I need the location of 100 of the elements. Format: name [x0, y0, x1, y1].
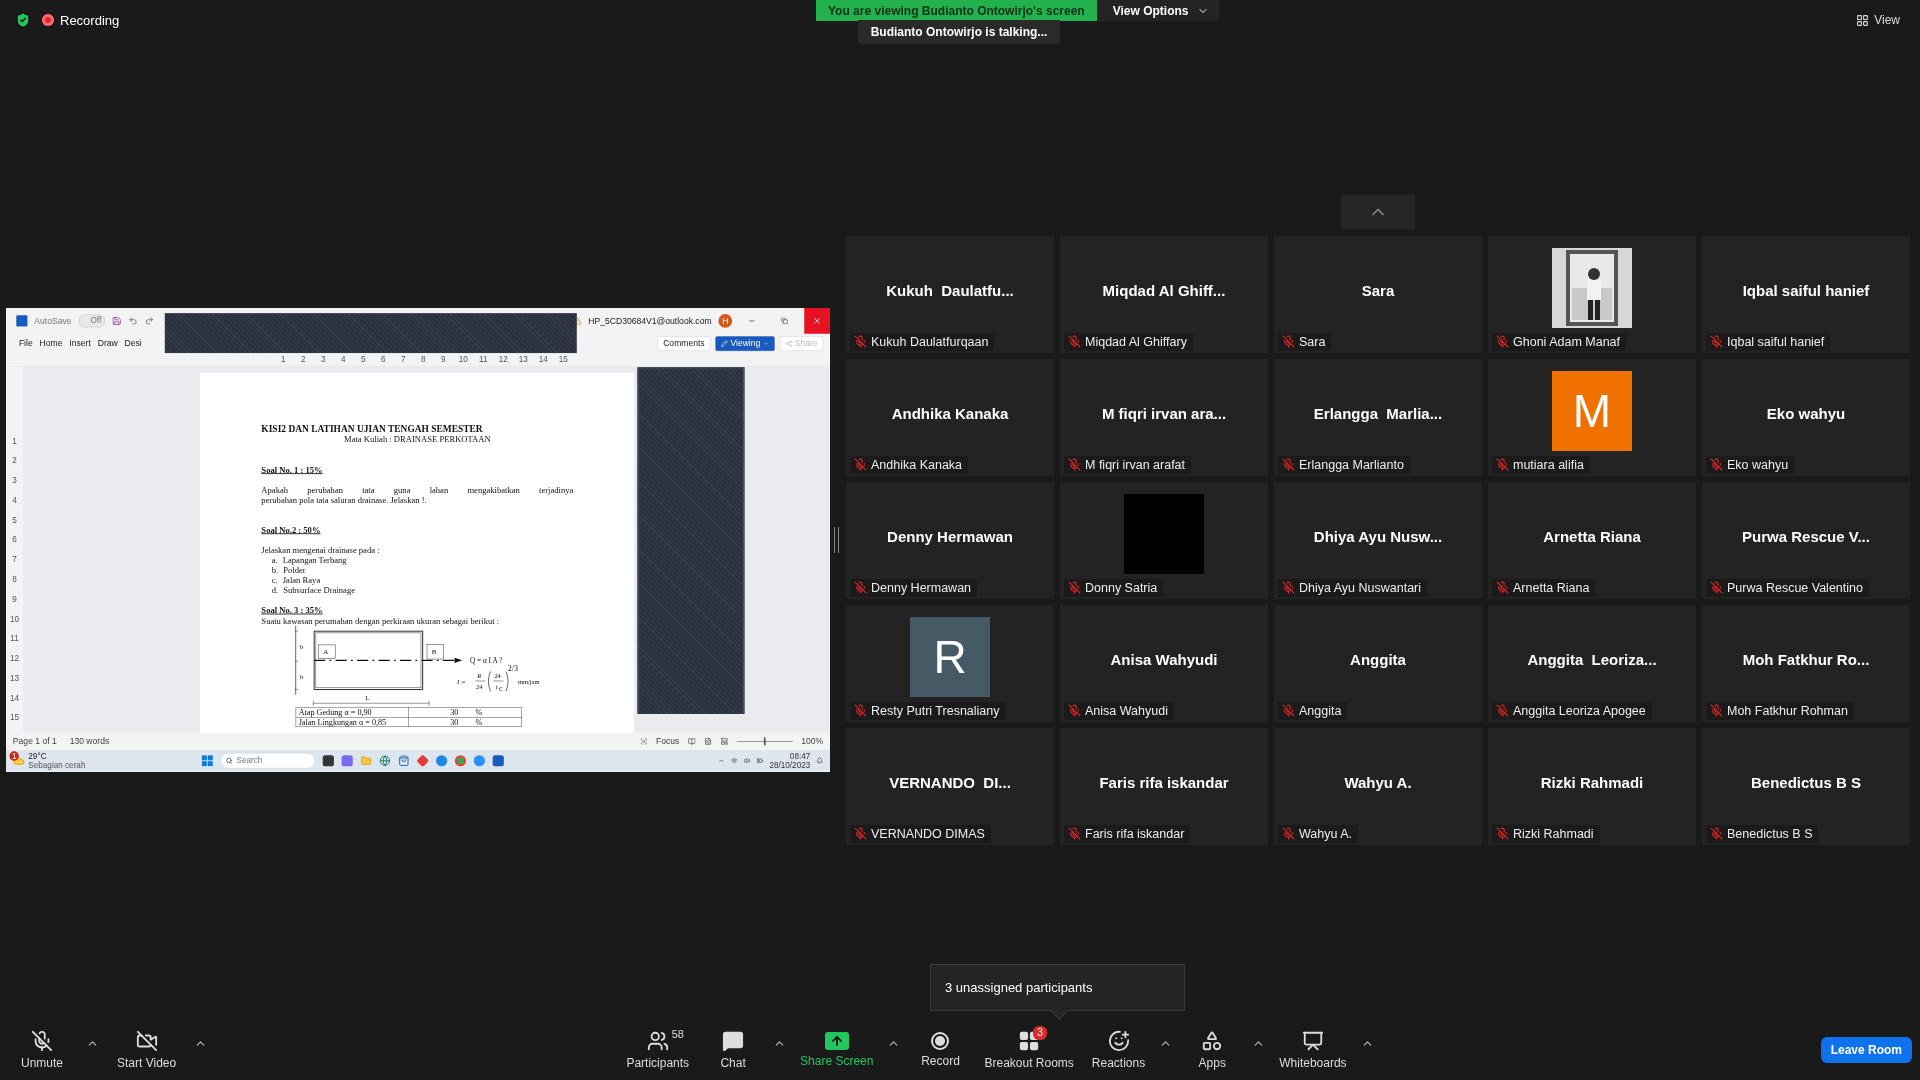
document-title: KISI2 DAN LATIHAN UJIAN TENGAH SEMESTER [261, 423, 484, 435]
participant-name: Denny Hermawan [871, 580, 972, 595]
word-count: 130 words [69, 736, 110, 747]
whiteboard-icon [1301, 1030, 1324, 1052]
participant-display-name: Benedictus B S [1751, 773, 1861, 791]
formula-text: c [499, 684, 503, 694]
ruler-number: 15 [10, 713, 20, 725]
toolbar-button[interactable]: Apps [1182, 1030, 1243, 1070]
question-text: Jelaskan mengenai drainase pada : [261, 545, 381, 556]
ribbon-tab[interactable]: Home [39, 338, 63, 349]
comments-button[interactable]: Comments [657, 336, 711, 351]
diamond-app-icon[interactable] [416, 754, 430, 768]
ruler-number: 11 [10, 634, 19, 645]
ruler-number: 2 [12, 456, 17, 468]
participant-name: mutiara alifia [1513, 457, 1584, 472]
toolbar-button[interactable]: Start Video [113, 1030, 181, 1070]
toolbar-button[interactable]: Reactions [1087, 1030, 1150, 1070]
ruler-number: 2 [300, 354, 307, 365]
weather-text: Sebagian cerah [28, 760, 86, 770]
participant-name: Dhiya Ayu Nuswantari [1299, 580, 1422, 595]
participant-display-name: Andhika Kanaka [891, 404, 1009, 422]
participant-display-name: Sara [1361, 281, 1395, 299]
participant-name: Wahyu A. [1299, 826, 1353, 841]
participant-name: Resty Putri Tresnaliany [871, 703, 1000, 718]
list-marker: d. [271, 585, 279, 596]
participant-name: Arnetta Riana [1513, 580, 1590, 595]
ruler-number: 4 [12, 495, 17, 507]
ruler-number: 8 [12, 574, 17, 586]
participant-display-name: Wahyu A. [1344, 773, 1412, 791]
autosave-label: AutoSave [34, 315, 72, 326]
shield-icon[interactable] [14, 11, 32, 29]
participant-display-name: Denny Hermawan [887, 527, 1013, 545]
mic-off-icon [31, 1030, 53, 1052]
table-unit: % [475, 717, 483, 727]
leave-room-button[interactable]: Leave Room [1820, 1037, 1912, 1063]
avatar-initial: R [910, 617, 990, 697]
list-item: Polder [283, 565, 306, 576]
participant-name: Kukuh Daulatfurqaan [871, 334, 989, 349]
ruler-number: 5 [12, 515, 17, 527]
account-email: HP_5CD30684V1@outlook.com [588, 315, 712, 326]
view-button[interactable]: View [1850, 12, 1906, 28]
list-marker: c. [271, 575, 278, 586]
table-value: 30 [450, 708, 459, 717]
ruler-number: 9 [12, 594, 17, 606]
toolbar-button[interactable]: 58 Participants [622, 1030, 694, 1070]
participant-name: Purwa Rescue Valentino [1727, 580, 1863, 595]
list-marker: b. [271, 565, 279, 576]
viewing-button[interactable]: Viewing [715, 336, 775, 351]
participant-display-name: Rizki Rahmadi [1540, 773, 1644, 791]
ruler-number: 10 [457, 354, 469, 365]
participant-name: Donny Satria [1085, 580, 1158, 595]
share-screen-button[interactable]: Share Screen [796, 1032, 878, 1068]
participant-name: Anggita Leoriza Apogee [1513, 703, 1646, 718]
resize-handle[interactable] [834, 527, 839, 553]
ruler-number: 6 [12, 535, 17, 547]
ruler-number: 13 [10, 673, 20, 685]
participant-name: Moh Fatkhur Rohman [1727, 703, 1848, 718]
screen-share-banner: You are viewing Budianto Ontowirjo's screen [816, 0, 1097, 21]
question-text: Suatu kawasan perumahan dengan perkiraan ukuran sebagai berikut : [261, 616, 501, 626]
participant-display-name: Eko wahyu [1766, 404, 1846, 422]
notification-badge: 3 [1033, 1026, 1047, 1040]
ribbon-tab[interactable]: File [18, 338, 33, 349]
view-options-button[interactable]: View Options [1096, 0, 1219, 21]
participant-name: Erlangga Marlianto [1299, 457, 1404, 472]
smile-plus-icon [1107, 1030, 1130, 1052]
participant-display-name: Anggita [1350, 650, 1406, 668]
ruler-number: 8 [420, 354, 427, 365]
ribbon-tab[interactable]: Insert [69, 338, 91, 349]
toolbar-button[interactable]: Unmute [12, 1030, 72, 1070]
participant-name: Ghoni Adam Manaf [1513, 334, 1620, 349]
toolbar-button[interactable]: Whiteboards [1275, 1030, 1351, 1070]
document-subtitle: Mata Kuliah : DRAINASE PERKOTAAN [343, 434, 492, 445]
start-icon[interactable] [201, 755, 213, 767]
ruler-number: 14 [10, 693, 20, 705]
ribbon-tab[interactable]: Draw [97, 338, 118, 349]
ruler-number: 14 [537, 354, 549, 365]
ruler-number: 3 [12, 475, 17, 487]
chat-bubble-icon [722, 1030, 745, 1052]
ruler-number: 6 [380, 354, 387, 365]
taskbar-search-field[interactable]: Search [220, 753, 315, 769]
table-value: 30 [450, 717, 459, 727]
focus-label[interactable]: Focus [655, 736, 680, 747]
participant-name: Anggita [1299, 703, 1342, 718]
participant-name: VERNANDO DIMAS [871, 826, 985, 841]
speaker-tooltip: Budianto Ontowirjo is talking... [858, 20, 1060, 44]
toolbar-button[interactable]: Chat [703, 1030, 764, 1070]
toolbar-button[interactable]: Record [910, 1032, 971, 1068]
participant-name: Sara [1299, 334, 1326, 349]
autosave-toggle[interactable]: Off [78, 314, 105, 328]
participant-name: Miqdad Al Ghiffary [1085, 334, 1187, 349]
participant-name: Anisa Wahyudi [1085, 703, 1168, 718]
ruler-number: 3 [320, 354, 327, 365]
ribbon-tab[interactable]: Desi [124, 338, 142, 349]
ruler-number: 7 [400, 354, 407, 365]
slider-thumb[interactable] [763, 737, 766, 746]
ruler-number: 9 [440, 354, 447, 365]
temperature: 29°C [28, 751, 48, 761]
video-off-icon [135, 1030, 158, 1052]
question-heading: Soal No. 1 : 15% [261, 465, 324, 475]
participant-display-name: Purwa Rescue V... [1742, 527, 1870, 545]
